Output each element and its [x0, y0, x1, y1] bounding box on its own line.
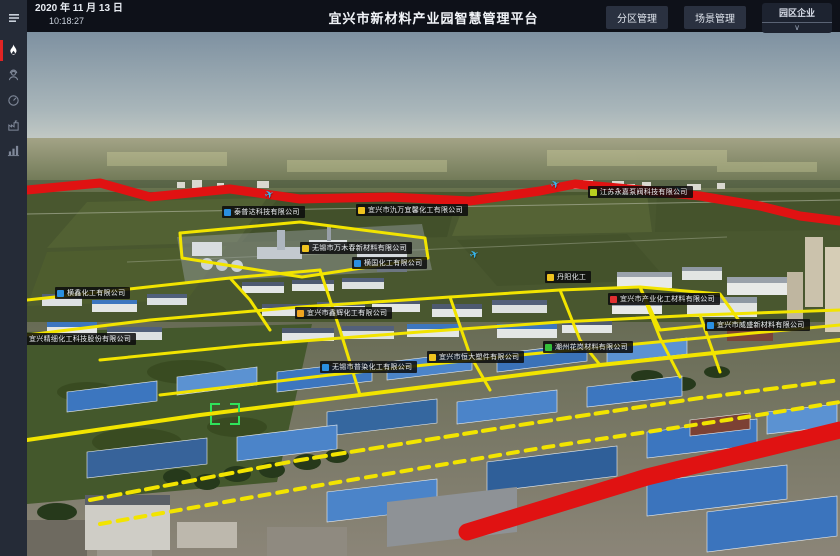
selection-corner	[230, 403, 240, 412]
company-dot-icon	[429, 354, 436, 361]
company-marker-label: 宜兴市氿万宜馨化工有限公司	[368, 207, 463, 214]
company-marker[interactable]: 江苏永嘉泵阀科技有限公司	[588, 186, 693, 198]
company-marker[interactable]: 宜兴精细化工科技股份有限公司	[27, 333, 136, 345]
bar-chart-icon[interactable]	[0, 138, 27, 163]
company-marker-label: 宜兴市威盛新材料有限公司	[717, 322, 805, 329]
company-marker-label: 无锡市万木春新材料有限公司	[312, 245, 407, 252]
park-enterprise-dropdown[interactable]: 园区企业 ∨	[762, 3, 832, 33]
zone-management-button[interactable]: 分区管理	[606, 6, 668, 29]
company-marker[interactable]: 宜兴市产业化工材料有限公司	[608, 293, 720, 305]
smart-park-platform-window: 2020 年 11 月 13 日 10:18:27 宜兴市新材料产业园智慧管理平…	[0, 0, 840, 556]
company-dot-icon	[302, 245, 309, 252]
company-marker[interactable]: 横鑫化工有限公司	[55, 287, 130, 299]
datetime-block: 2020 年 11 月 13 日 10:18:27	[35, 3, 123, 27]
company-dot-icon	[610, 296, 617, 303]
company-marker[interactable]: 宜兴市威盛新材料有限公司	[705, 319, 810, 331]
company-dot-icon	[707, 322, 714, 329]
sky	[27, 32, 840, 144]
company-dot-icon	[358, 207, 365, 214]
flame-icon[interactable]	[0, 38, 27, 63]
operator-icon[interactable]	[0, 63, 27, 88]
company-marker[interactable]: 无锡市普染化工有限公司	[320, 361, 417, 373]
company-dot-icon	[545, 344, 552, 351]
header-controls: 分区管理 场景管理 园区企业 ∨	[606, 3, 832, 33]
company-dot-icon	[297, 310, 304, 317]
company-marker-label: 宜兴市产业化工材料有限公司	[620, 296, 715, 303]
sidebar	[0, 0, 27, 556]
company-dot-icon	[57, 290, 64, 297]
selection-corner	[210, 416, 220, 425]
hamburger-menu-icon[interactable]	[0, 5, 27, 30]
company-dot-icon	[322, 364, 329, 371]
selection-corner	[230, 416, 240, 425]
company-dot-icon	[547, 274, 554, 281]
company-marker[interactable]: 无锡市万木春新材料有限公司	[300, 242, 412, 254]
company-marker[interactable]: 丹阳化工	[545, 271, 591, 283]
dropdown-label: 园区企业	[768, 6, 826, 19]
header-bar: 2020 年 11 月 13 日 10:18:27 宜兴市新材料产业园智慧管理平…	[27, 0, 840, 32]
company-marker[interactable]: 潮州花岗材料有限公司	[543, 341, 633, 353]
company-marker-label: 横鑫化工有限公司	[67, 290, 125, 297]
gauge-icon[interactable]	[0, 88, 27, 113]
selection-corner	[210, 403, 220, 412]
company-marker-label: 宜兴市恒大塑件有限公司	[439, 354, 519, 361]
company-marker[interactable]: 泰普达科技有限公司	[222, 206, 305, 218]
company-dot-icon	[590, 189, 597, 196]
current-time: 10:18:27	[49, 16, 123, 27]
company-marker-label: 江苏永嘉泵阀科技有限公司	[600, 189, 688, 196]
company-dot-icon	[224, 209, 231, 216]
current-date: 2020 年 11 月 13 日	[35, 3, 123, 15]
company-marker[interactable]: 宜兴市鑫辉化工有限公司	[295, 307, 392, 319]
company-marker[interactable]: 宜兴市氿万宜馨化工有限公司	[356, 204, 468, 216]
company-marker-label: 横国化工有限公司	[364, 260, 422, 267]
chevron-down-icon: ∨	[768, 23, 826, 32]
company-dot-icon	[354, 260, 361, 267]
company-marker[interactable]: 宜兴市恒大塑件有限公司	[427, 351, 524, 363]
selection-box	[210, 403, 240, 425]
company-marker-label: 泰普达科技有限公司	[234, 209, 300, 216]
company-marker-label: 丹阳化工	[557, 274, 586, 281]
map-viewport[interactable]: 泰普达科技有限公司 宜兴市氿万宜馨化工有限公司 江苏永嘉泵阀科技有限公司无锡市万木春…	[27, 32, 840, 556]
company-marker-label: 宜兴市鑫辉化工有限公司	[307, 310, 387, 317]
company-marker-label: 无锡市普染化工有限公司	[332, 364, 412, 371]
factory-icon[interactable]	[0, 113, 27, 138]
company-marker[interactable]: 横国化工有限公司	[352, 257, 427, 269]
scene-management-button[interactable]: 场景管理	[684, 6, 746, 29]
company-marker-label: 潮州花岗材料有限公司	[555, 344, 628, 351]
company-marker-label: 宜兴精细化工科技股份有限公司	[29, 336, 131, 343]
